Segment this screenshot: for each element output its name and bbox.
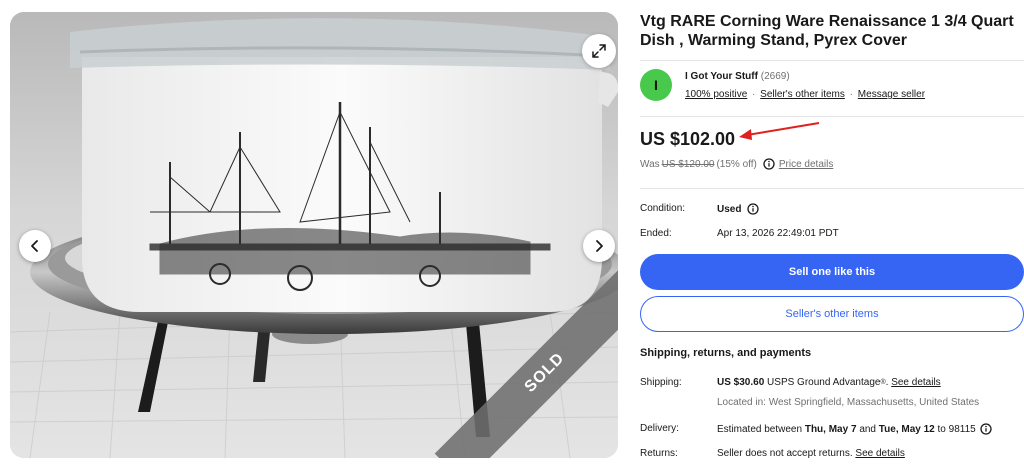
info-icon[interactable]	[980, 423, 992, 435]
condition-value-row: Used	[717, 203, 760, 215]
seller-other-items-link[interactable]: Seller's other items	[760, 89, 845, 100]
shipping-separator: .	[885, 377, 889, 388]
chevron-right-icon	[596, 240, 603, 252]
expand-icon	[592, 44, 606, 58]
separator: ·	[849, 89, 854, 100]
seller-info: I Got Your Stuff (2669)	[685, 71, 790, 82]
previous-image-button[interactable]	[19, 230, 51, 262]
was-price-row: Was US $120.00 (15% off) Price details	[640, 158, 833, 170]
chevron-left-icon	[31, 240, 38, 252]
message-seller-link[interactable]: Message seller	[858, 89, 925, 100]
returns-text: Seller does not accept returns.	[717, 448, 853, 459]
divider	[640, 188, 1024, 189]
delivery-end-date: Tue, May 12	[878, 423, 935, 435]
was-price: US $120.00	[661, 158, 715, 170]
delivery-prefix: Estimated between	[717, 423, 803, 435]
ended-label: Ended:	[640, 228, 672, 239]
condition-value: Used	[717, 203, 742, 215]
image-gallery[interactable]: SOLD	[10, 12, 618, 458]
ended-value: Apr 13, 2026 22:49:01 PDT	[717, 228, 839, 239]
delivery-start-date: Thu, May 7	[804, 423, 857, 435]
delivery-label: Delivery:	[640, 423, 679, 434]
seller-avatar[interactable]: I	[640, 69, 672, 101]
separator: ·	[752, 89, 756, 100]
divider	[640, 116, 1024, 117]
returns-value-row: Seller does not accept returns. See deta…	[717, 448, 905, 459]
returns-details-link[interactable]: See details	[855, 448, 904, 459]
item-location: Located in: West Springfield, Massachuse…	[717, 397, 980, 408]
current-price: US $102.00	[640, 129, 736, 149]
seller-other-items-button[interactable]: Seller's other items	[640, 296, 1024, 332]
seller-links: 100% positive · Seller's other items · M…	[685, 89, 925, 100]
delivery-value-row: Estimated between Thu, May 7 and Tue, Ma…	[717, 423, 992, 435]
sell-one-like-this-button[interactable]: Sell one like this	[640, 254, 1024, 290]
shipping-service: USPS Ground Advantage	[767, 377, 881, 388]
price-details-link[interactable]: Price details	[779, 159, 833, 170]
info-icon[interactable]	[747, 203, 760, 215]
next-image-button[interactable]	[583, 230, 615, 262]
listing-details-panel: Vtg RARE Corning Ware Renaissance 1 3/4 …	[640, 0, 1024, 474]
seller-feedback-count[interactable]: (2669)	[761, 71, 790, 82]
shipping-section-heading: Shipping, returns, and payments	[640, 347, 812, 359]
was-label: Was	[640, 158, 660, 170]
seller-positive-link[interactable]: 100% positive	[685, 89, 747, 100]
shipping-details-link[interactable]: See details	[891, 377, 940, 388]
condition-label: Condition:	[640, 203, 686, 214]
seller-name-link[interactable]: I Got Your Stuff	[685, 71, 758, 82]
red-arrow-annotation	[739, 122, 820, 140]
shipping-value-row: US $30.60 USPS Ground Advantage ®. See de…	[717, 377, 941, 388]
shipping-cost: US $30.60	[717, 377, 765, 388]
returns-label: Returns:	[640, 448, 678, 459]
expand-image-button[interactable]	[582, 34, 616, 68]
divider	[640, 60, 1024, 61]
delivery-and: and	[859, 423, 876, 435]
info-icon[interactable]	[763, 158, 775, 170]
shipping-label: Shipping:	[640, 377, 682, 388]
discount: (15% off)	[716, 158, 757, 170]
listing-title: Vtg RARE Corning Ware Renaissance 1 3/4 …	[640, 13, 1014, 49]
delivery-zip: to 98115	[937, 423, 976, 435]
